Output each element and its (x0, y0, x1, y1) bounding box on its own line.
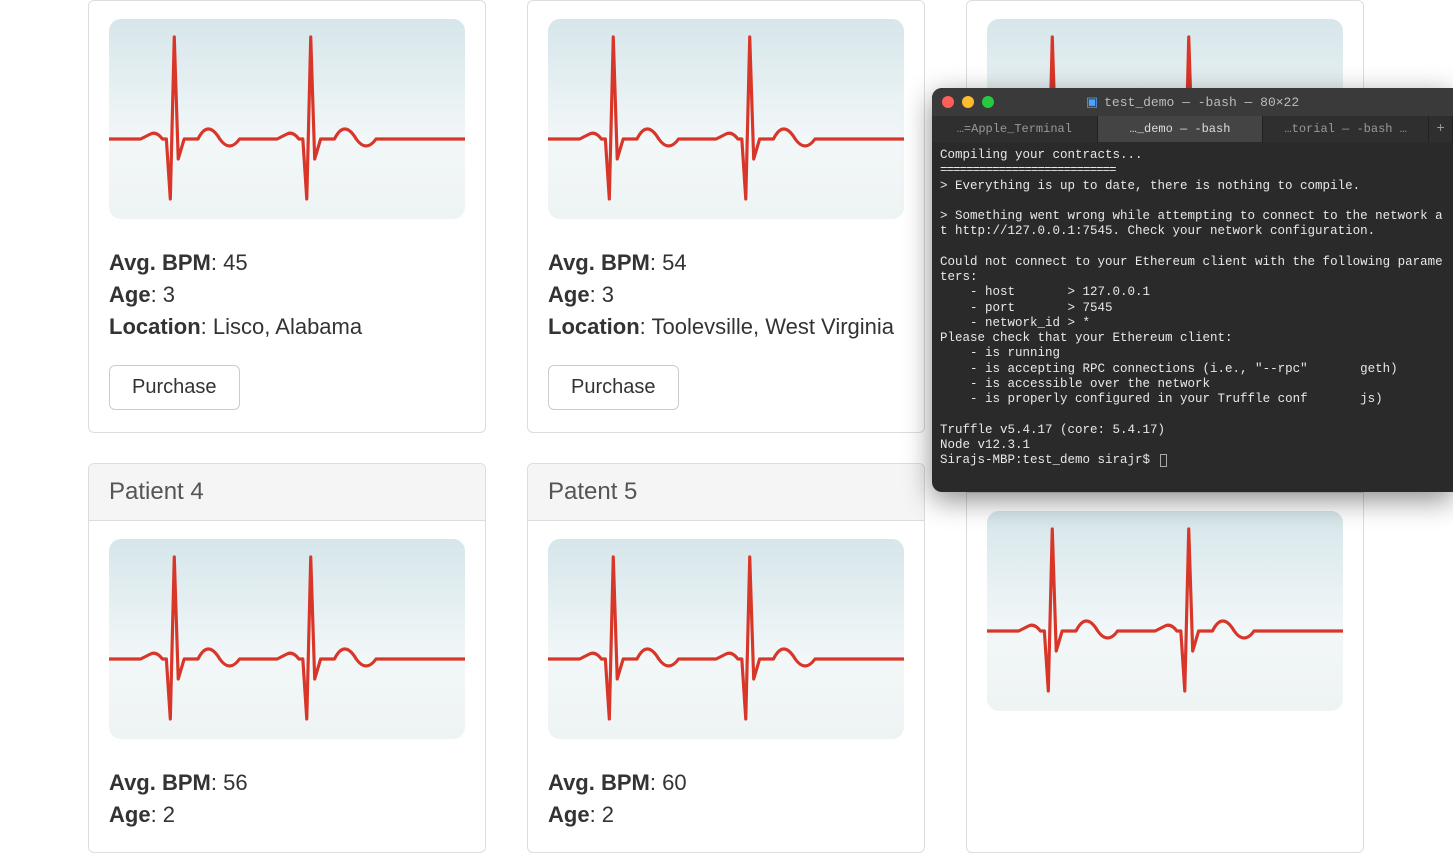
patient-card (966, 463, 1364, 853)
terminal-line: - host > 127.0.0.1 (940, 285, 1445, 300)
terminal-line (940, 194, 1445, 209)
folder-icon: ▣ (1086, 95, 1098, 110)
card-info: Avg. BPM: 45Age: 3Location: Lisco, Alaba… (109, 247, 465, 343)
terminal-line: - is running (940, 346, 1445, 361)
location-label: Location (109, 314, 201, 339)
terminal-line: - is accepting RPC connections (i.e., "-… (940, 362, 1445, 377)
terminal-titlebar[interactable]: ▣ test_demo — -bash — 80×22 (932, 88, 1453, 116)
ekg-image (548, 19, 904, 219)
terminal-line: Please check that your Ethereum client: (940, 331, 1445, 346)
card-title: Patient 4 (89, 464, 485, 521)
terminal-line: - network_id > * (940, 316, 1445, 331)
terminal-line: Truffle v5.4.17 (core: 5.4.17) (940, 423, 1445, 438)
terminal-line: > Everything is up to date, there is not… (940, 179, 1445, 194)
terminal-line: - is properly configured in your Truffle… (940, 392, 1445, 407)
ekg-image (548, 539, 904, 739)
purchase-button[interactable]: Purchase (548, 365, 679, 410)
card-title: Patent 5 (528, 464, 924, 521)
age-label: Age (548, 282, 590, 307)
ekg-image (987, 511, 1343, 711)
age-label: Age (109, 802, 151, 827)
age-value: 2 (163, 802, 175, 827)
terminal-title: test_demo — -bash — 80×22 (1104, 95, 1299, 110)
terminal-tab[interactable]: …torial — -bash … (1263, 116, 1429, 142)
terminal-line: Node v12.3.1 (940, 438, 1445, 453)
location-value: Lisco, Alabama (213, 314, 362, 339)
location-label: Location (548, 314, 640, 339)
bpm-label: Avg. BPM (548, 770, 650, 795)
bpm-value: 56 (223, 770, 247, 795)
age-value: 3 (602, 282, 614, 307)
patient-card: Avg. BPM: 45Age: 3Location: Lisco, Alaba… (88, 0, 486, 433)
maximize-icon[interactable] (982, 96, 994, 108)
purchase-button[interactable]: Purchase (109, 365, 240, 410)
terminal-window[interactable]: ▣ test_demo — -bash — 80×22 …=Apple_Term… (932, 88, 1453, 492)
minimize-icon[interactable] (962, 96, 974, 108)
age-label: Age (109, 282, 151, 307)
location-value: Toolevsille, West Virginia (652, 314, 895, 339)
ekg-image (109, 539, 465, 739)
age-value: 2 (602, 802, 614, 827)
patient-card: Avg. BPM: 54Age: 3Location: Toolevsille,… (527, 0, 925, 433)
cursor-icon (1160, 454, 1167, 467)
terminal-line (940, 240, 1445, 255)
terminal-tabs: …=Apple_Terminal…_demo — -bash…torial — … (932, 116, 1453, 142)
terminal-line: - port > 7545 (940, 301, 1445, 316)
bpm-label: Avg. BPM (109, 770, 211, 795)
age-value: 3 (163, 282, 175, 307)
patient-card: Patent 5 Avg. BPM: 60Age: 2 (527, 463, 925, 853)
terminal-tab[interactable]: …_demo — -bash (1098, 116, 1264, 142)
terminal-body[interactable]: Compiling your contracts...=============… (932, 142, 1453, 474)
close-icon[interactable] (942, 96, 954, 108)
terminal-line: > Something went wrong while attempting … (940, 209, 1445, 240)
bpm-label: Avg. BPM (548, 250, 650, 275)
ekg-image (109, 19, 465, 219)
bpm-value: 60 (662, 770, 686, 795)
terminal-line: Compiling your contracts... (940, 148, 1445, 163)
new-tab-button[interactable]: + (1429, 116, 1453, 142)
bpm-label: Avg. BPM (109, 250, 211, 275)
age-label: Age (548, 802, 590, 827)
bpm-value: 54 (662, 250, 686, 275)
terminal-tab[interactable]: …=Apple_Terminal (932, 116, 1098, 142)
card-info: Avg. BPM: 60Age: 2 (548, 767, 904, 831)
bpm-value: 45 (223, 250, 247, 275)
card-info: Avg. BPM: 56Age: 2 (109, 767, 465, 831)
card-info: Avg. BPM: 54Age: 3Location: Toolevsille,… (548, 247, 904, 343)
terminal-line: Could not connect to your Ethereum clien… (940, 255, 1445, 286)
terminal-line: =========================== (940, 163, 1445, 178)
terminal-line (940, 407, 1445, 422)
patient-card: Patient 4 Avg. BPM: 56Age: 2 (88, 463, 486, 853)
terminal-line: - is accessible over the network (940, 377, 1445, 392)
terminal-prompt[interactable]: Sirajs-MBP:test_demo sirajr$ (940, 453, 1445, 468)
